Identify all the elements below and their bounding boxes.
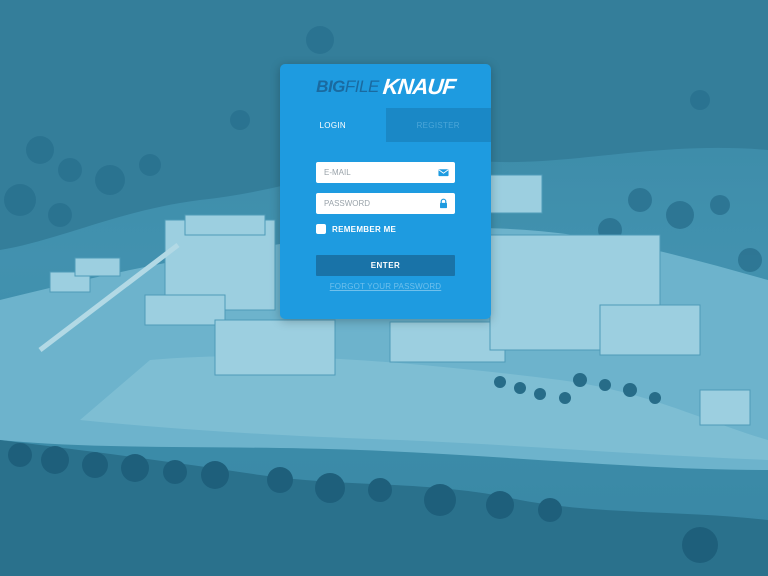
logo-knauf-text: KNAUF <box>381 74 457 99</box>
logo-file-text: FILE <box>344 77 379 96</box>
password-field-wrapper <box>316 193 455 214</box>
remember-me-checkbox[interactable] <box>316 224 326 234</box>
envelope-icon <box>438 169 449 177</box>
email-field-wrapper <box>316 162 455 183</box>
remember-me-label: REMEMBER ME <box>332 224 397 234</box>
tab-login[interactable]: LOGIN <box>280 108 386 142</box>
login-form: REMEMBER ME ENTER FORGOT YOUR PASSWORD <box>280 142 491 291</box>
email-input[interactable] <box>316 162 455 183</box>
tab-register[interactable]: REGISTER <box>385 108 491 142</box>
auth-tabs: LOGIN REGISTER <box>280 108 491 142</box>
tab-login-label: LOGIN <box>319 120 346 130</box>
logo-big-text: BIG <box>316 77 345 96</box>
password-input[interactable] <box>316 193 455 214</box>
tab-register-label: REGISTER <box>416 120 460 130</box>
bigfile-knauf-logo: BIG FILE KNAUF <box>280 64 491 108</box>
forgot-password-link[interactable]: FORGOT YOUR PASSWORD <box>316 282 455 291</box>
remember-me-row[interactable]: REMEMBER ME <box>316 222 455 236</box>
enter-button[interactable]: ENTER <box>316 255 455 276</box>
enter-button-label: ENTER <box>370 261 401 270</box>
login-card: BIG FILE KNAUF LOGIN REGISTER E-MAIL REM… <box>280 64 491 319</box>
lock-icon <box>440 198 447 209</box>
